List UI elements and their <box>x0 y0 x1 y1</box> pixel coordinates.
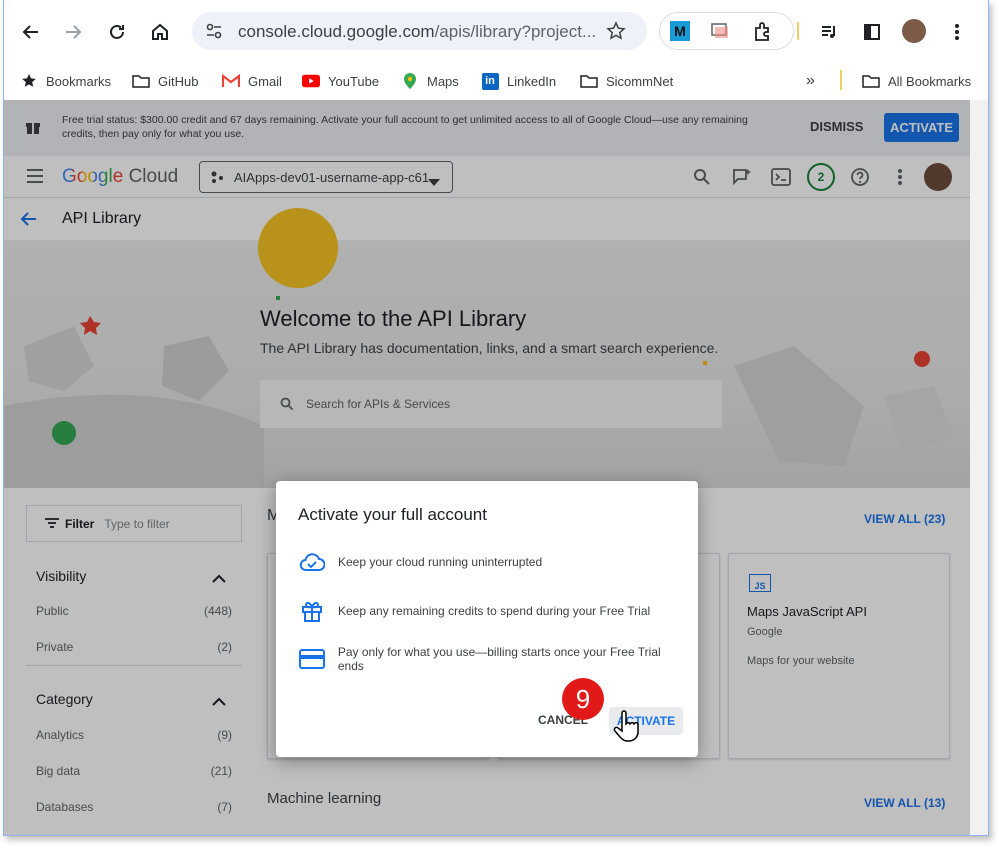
maps-icon <box>401 72 419 90</box>
browser-toolbar: console.cloud.google.com/apis/library?pr… <box>4 0 988 62</box>
toolbar-divider <box>797 22 799 40</box>
bookmark-youtube[interactable]: YouTube <box>302 70 379 92</box>
bookmarks-divider <box>840 70 842 90</box>
step-number-badge: 9 <box>562 678 604 720</box>
bookmark-github[interactable]: GitHub <box>132 70 198 92</box>
url-text: console.cloud.google.com/apis/library?pr… <box>238 22 597 41</box>
extensions-group: M <box>659 12 794 50</box>
dialog-title: Activate your full account <box>298 505 487 524</box>
bookmark-gmail[interactable]: Gmail <box>222 70 282 92</box>
bookmark-sicommnet[interactable]: SicommNet <box>580 70 673 92</box>
youtube-icon <box>302 72 320 90</box>
folder-icon <box>862 72 880 90</box>
linkedin-icon: in <box>481 72 499 90</box>
bookmark-maps[interactable]: Maps <box>401 70 459 92</box>
hand-cursor-icon <box>613 710 641 749</box>
gift-icon <box>298 597 326 625</box>
puzzle-extensions-icon[interactable] <box>752 21 774 48</box>
m-extension-icon[interactable]: M <box>670 21 690 41</box>
bookmark-linkedin[interactable]: in LinkedIn <box>481 70 556 92</box>
folder-icon <box>580 72 598 90</box>
folder-icon <box>132 72 150 90</box>
bookmark-star-icon[interactable] <box>606 21 626 46</box>
page-scrollbar[interactable] <box>970 100 988 835</box>
all-bookmarks[interactable]: All Bookmarks <box>862 70 971 92</box>
cast-extension-icon[interactable] <box>710 22 730 45</box>
bookmark-bookmarks[interactable]: Bookmarks <box>20 70 111 92</box>
dialog-item: Keep your cloud running uninterrupted <box>298 547 688 577</box>
browser-menu-icon[interactable] <box>944 19 970 45</box>
back-icon[interactable] <box>18 19 44 45</box>
forward-icon[interactable] <box>60 19 86 45</box>
credit-card-icon <box>298 645 326 673</box>
bookmarks-bar: Bookmarks GitHub Gmail YouTube Maps in Li… <box>4 62 988 100</box>
dialog-item: Keep any remaining credits to spend duri… <box>298 596 688 626</box>
dialog-item: Pay only for what you use—billing starts… <box>298 644 688 674</box>
star-icon <box>20 72 38 90</box>
cloud-check-icon <box>298 548 326 576</box>
profile-avatar[interactable] <box>902 19 926 43</box>
home-icon[interactable] <box>147 19 173 45</box>
site-settings-icon[interactable] <box>204 21 224 46</box>
reload-icon[interactable] <box>104 19 130 45</box>
media-control-icon[interactable] <box>816 19 842 45</box>
browser-window: console.cloud.google.com/apis/library?pr… <box>3 0 989 836</box>
side-panel-icon[interactable] <box>859 19 885 45</box>
page-content: Free trial status: $300.00 credit and 67… <box>4 100 970 835</box>
address-bar[interactable]: console.cloud.google.com/apis/library?pr… <box>192 12 647 50</box>
gmail-icon <box>222 72 240 90</box>
more-bookmarks-icon[interactable]: » <box>806 70 815 92</box>
